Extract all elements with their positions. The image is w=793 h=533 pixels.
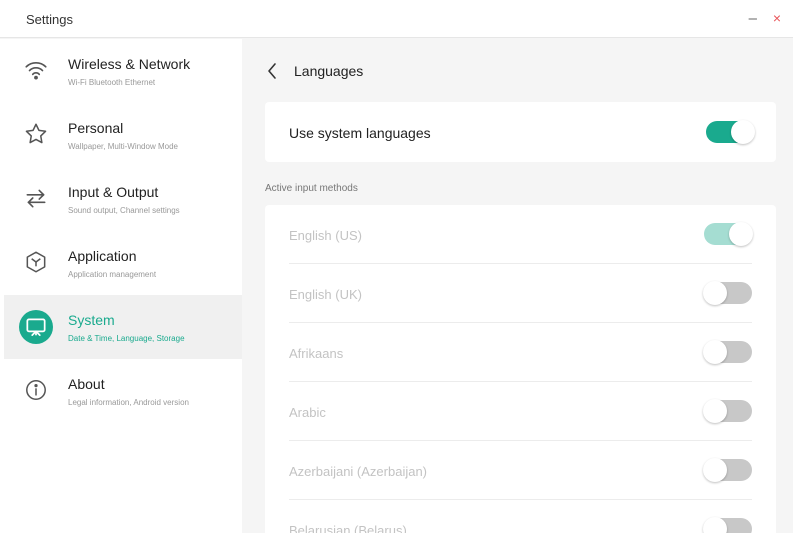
sidebar-item-sublabel: Date & Time, Language, Storage: [68, 334, 185, 343]
input-method-row: Afrikaans: [289, 323, 752, 382]
sidebar-item-sublabel: Sound output, Channel settings: [68, 206, 180, 215]
swap-arrows-icon: [20, 182, 52, 214]
input-method-label: English (US): [289, 228, 362, 243]
sidebar-item-sublabel: Wallpaper, Multi-Window Mode: [68, 142, 178, 151]
system-languages-card: Use system languages: [265, 102, 776, 162]
toggle-knob: [703, 458, 727, 482]
toggle-knob: [703, 399, 727, 423]
sidebar-item-sublabel: Application management: [68, 270, 157, 279]
sidebar: Wireless & Network Wi-Fi Bluetooth Ether…: [0, 39, 242, 533]
sidebar-item-wireless-network[interactable]: Wireless & Network Wi-Fi Bluetooth Ether…: [4, 39, 242, 103]
sidebar-item-application[interactable]: Application Application management: [4, 231, 242, 295]
section-label: Active input methods: [265, 183, 358, 194]
sidebar-item-about[interactable]: About Legal information, Android version: [4, 359, 242, 423]
input-methods-list: English (US) English (UK) Afrikaans Arab…: [265, 205, 776, 533]
info-icon: [20, 374, 52, 406]
system-languages-label: Use system languages: [289, 125, 431, 141]
sidebar-item-sublabel: Wi-Fi Bluetooth Ethernet: [68, 78, 156, 87]
close-button[interactable]: ×: [773, 10, 781, 26]
input-method-toggle[interactable]: [703, 281, 752, 305]
window-title: Settings: [26, 12, 73, 27]
input-method-row: English (US): [289, 205, 753, 264]
input-method-toggle[interactable]: [703, 340, 752, 364]
minimize-button[interactable]: –: [749, 10, 757, 27]
sidebar-item-label: Wireless & Network: [68, 56, 191, 72]
input-method-label: Azerbaijani (Azerbaijan): [289, 464, 428, 479]
toggle-knob: [729, 222, 753, 246]
input-method-row: Arabic: [289, 382, 752, 441]
input-method-label: Belarusian (Belarus): [289, 523, 407, 533]
languages-panel: Languages Use system languages Active in…: [242, 39, 793, 533]
system-languages-toggle[interactable]: [706, 120, 755, 144]
sidebar-item-label: Personal: [68, 120, 124, 136]
sidebar-item-sublabel: Legal information, Android version: [68, 398, 189, 407]
back-chevron-icon[interactable]: [264, 61, 280, 81]
sidebar-item-label: About: [68, 376, 105, 392]
input-method-toggle[interactable]: [704, 222, 753, 246]
toggle-knob: [703, 340, 727, 364]
input-method-toggle[interactable]: [703, 517, 752, 533]
toggle-knob: [731, 120, 755, 144]
input-method-label: English (UK): [289, 287, 362, 302]
cube-icon: [20, 246, 52, 278]
page-title: Languages: [294, 63, 364, 79]
input-method-toggle[interactable]: [703, 458, 752, 482]
toggle-knob: [703, 517, 727, 533]
input-method-row: Belarusian (Belarus): [289, 500, 752, 533]
sidebar-item-label: Input & Output: [68, 184, 159, 200]
input-method-label: Afrikaans: [289, 346, 344, 361]
sidebar-item-input-output[interactable]: Input & Output Sound output, Channel set…: [4, 167, 242, 231]
sidebar-item-label: System: [68, 312, 115, 328]
input-method-row: English (UK): [289, 264, 752, 323]
sidebar-item-label: Application: [68, 248, 137, 264]
star-icon: [20, 118, 52, 150]
input-method-label: Arabic: [289, 405, 326, 420]
sidebar-item-system[interactable]: System Date & Time, Language, Storage: [4, 295, 242, 359]
input-method-row: Azerbaijani (Azerbaijan): [289, 441, 752, 500]
wifi-icon: [20, 54, 52, 86]
toggle-knob: [703, 281, 727, 305]
title-bar: Settings – ×: [0, 0, 793, 38]
sidebar-item-personal[interactable]: Personal Wallpaper, Multi-Window Mode: [4, 103, 242, 167]
input-method-toggle[interactable]: [703, 399, 752, 423]
monitor-icon: [19, 310, 53, 344]
